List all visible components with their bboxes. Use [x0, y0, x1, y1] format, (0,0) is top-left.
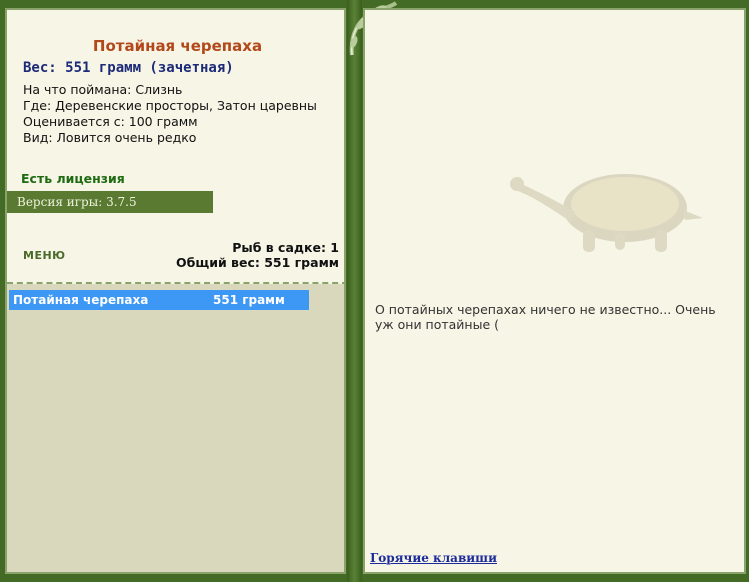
list-item[interactable]: Потайная черепаха 551 грамм — [9, 290, 309, 310]
license-status: Есть лицензия — [21, 171, 125, 186]
fish-description: О потайных черепахах ничего не известно.… — [375, 302, 716, 332]
hotkeys-link[interactable]: Горячие клавиши — [370, 551, 497, 565]
catch-list: Потайная черепаха 551 грамм — [7, 284, 344, 572]
rarity-info: Вид: Ловится очень редко — [23, 130, 197, 145]
menu-button[interactable]: МЕНЮ — [23, 249, 66, 262]
catch-item-weight: 551 грамм — [213, 293, 285, 307]
valued-from-info: Оценивается с: 100 грамм — [23, 114, 198, 129]
game-version-bar: Версия игры: 3.7.5 — [7, 191, 213, 213]
total-weight: Общий вес: 551 грамм — [176, 255, 339, 270]
turtle-watermark-icon — [510, 174, 703, 252]
fish-weight: Вес: 551 грамм (зачетная) — [23, 60, 234, 76]
bait-info: На что поймана: Слизнь — [23, 82, 183, 97]
panel-divider — [347, 0, 362, 582]
fish-info-panel: Потайная черепаха Вес: 551 грамм (зачетн… — [5, 8, 346, 574]
fish-description-panel: О потайных черепахах ничего не известно.… — [363, 8, 746, 574]
fish-count: Рыб в садке: 1 — [232, 240, 339, 255]
keepnet-stats: Рыб в садке: 1 Общий вес: 551 грамм — [176, 240, 339, 270]
fish-title: Потайная черепаха — [92, 37, 263, 55]
location-info: Где: Деревенские просторы, Затон царевны — [23, 98, 317, 113]
catch-item-name: Потайная черепаха — [13, 293, 149, 307]
